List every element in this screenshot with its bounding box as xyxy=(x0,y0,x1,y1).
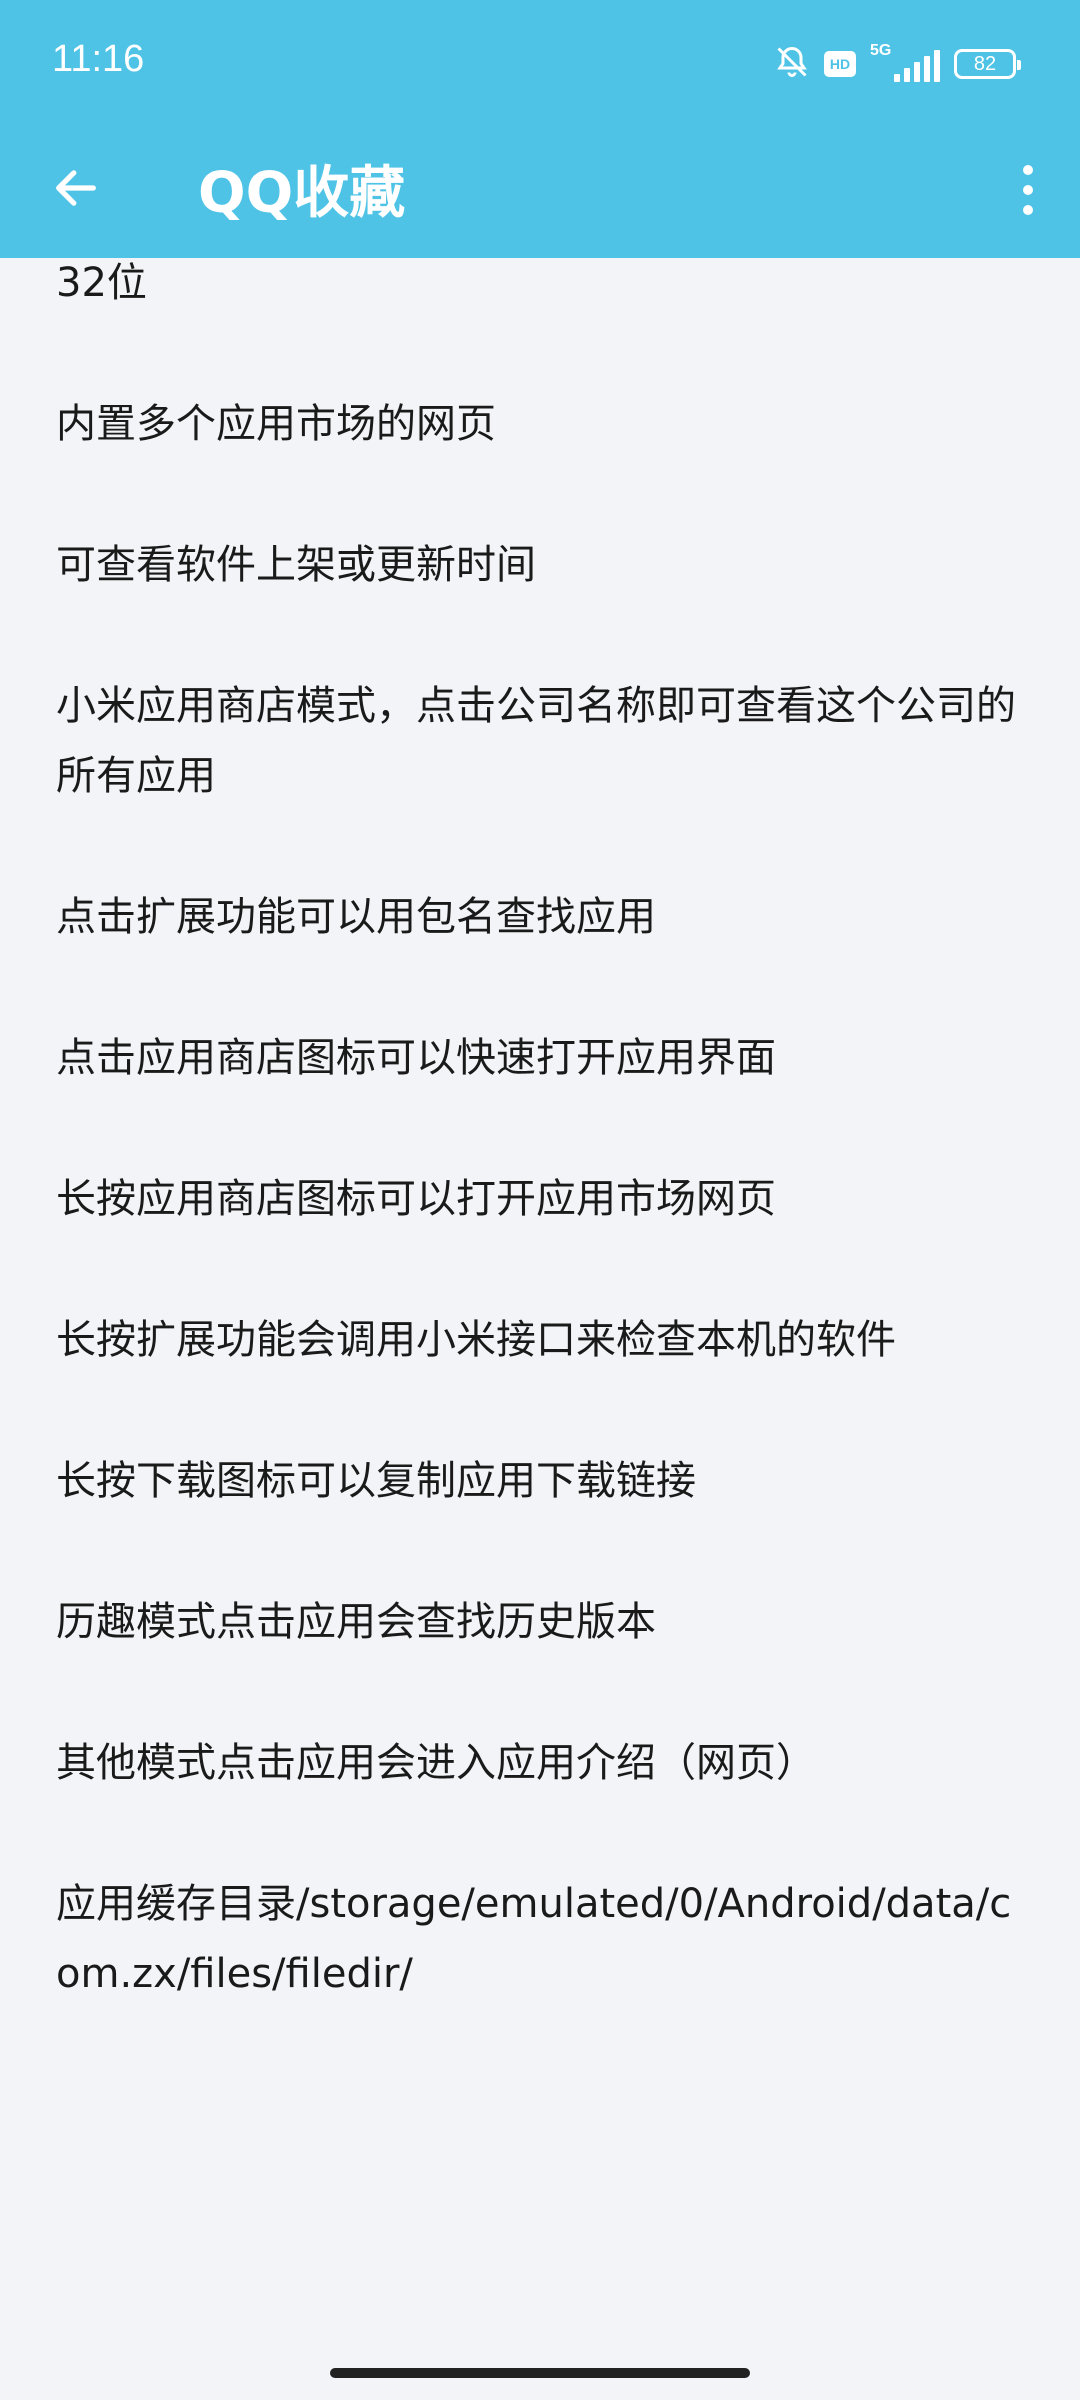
battery-icon: 82 xyxy=(954,49,1021,79)
text-line: 历趣模式点击应用会查找历史版本 xyxy=(56,1599,656,1645)
text-line: 内置多个应用市场的网页 xyxy=(56,401,496,447)
home-indicator[interactable] xyxy=(330,2368,750,2378)
text-line: 点击应用商店图标可以快速打开应用界面 xyxy=(56,1035,776,1081)
text-line: 可查看软件上架或更新时间 xyxy=(56,542,536,588)
top-bar: 11:16 HD 5G 82 QQ收藏 xyxy=(0,0,1080,258)
text-line: 长按下载图标可以复制应用下载链接 xyxy=(56,1458,696,1504)
text-content[interactable]: 32位 内置多个应用市场的网页 可查看软件上架或更新时间 小米应用商店模式，点击… xyxy=(0,258,1080,2358)
text-line: 32位 xyxy=(56,260,147,306)
page-title: QQ收藏 xyxy=(198,161,406,226)
arrow-left-icon xyxy=(50,162,102,218)
status-bar: 11:16 HD 5G 82 xyxy=(0,0,1080,120)
text-line: 小米应用商店模式，点击公司名称即可查看这个公司的所有应用 xyxy=(56,683,1016,799)
more-options-button[interactable] xyxy=(1008,154,1048,226)
text-line: 点击扩展功能可以用包名查找应用 xyxy=(56,894,656,940)
hd-icon: HD xyxy=(824,51,856,77)
status-icons: HD 5G 82 xyxy=(774,42,1021,84)
network-label: 5G xyxy=(870,42,892,59)
status-time: 11:16 xyxy=(52,38,145,80)
app-bar: QQ收藏 xyxy=(0,120,1080,258)
text-content-inner: 32位 内置多个应用市场的网页 可查看软件上架或更新时间 小米应用商店模式，点击… xyxy=(56,258,1026,2080)
text-line: 其他模式点击应用会进入应用介绍（网页） xyxy=(56,1740,816,1786)
battery-level: 82 xyxy=(973,52,997,75)
text-line: 应用缓存目录/storage/emulated/0/Android/data/c… xyxy=(56,1881,1012,1997)
text-line: 长按扩展功能会调用小米接口来检查本机的软件 xyxy=(56,1317,896,1363)
back-button[interactable] xyxy=(40,154,112,226)
text-line: 长按应用商店图标可以打开应用市场网页 xyxy=(56,1176,776,1222)
bell-muted-icon xyxy=(774,44,810,84)
more-vertical-icon xyxy=(1023,165,1033,175)
5g-signal-icon: 5G xyxy=(870,42,940,82)
